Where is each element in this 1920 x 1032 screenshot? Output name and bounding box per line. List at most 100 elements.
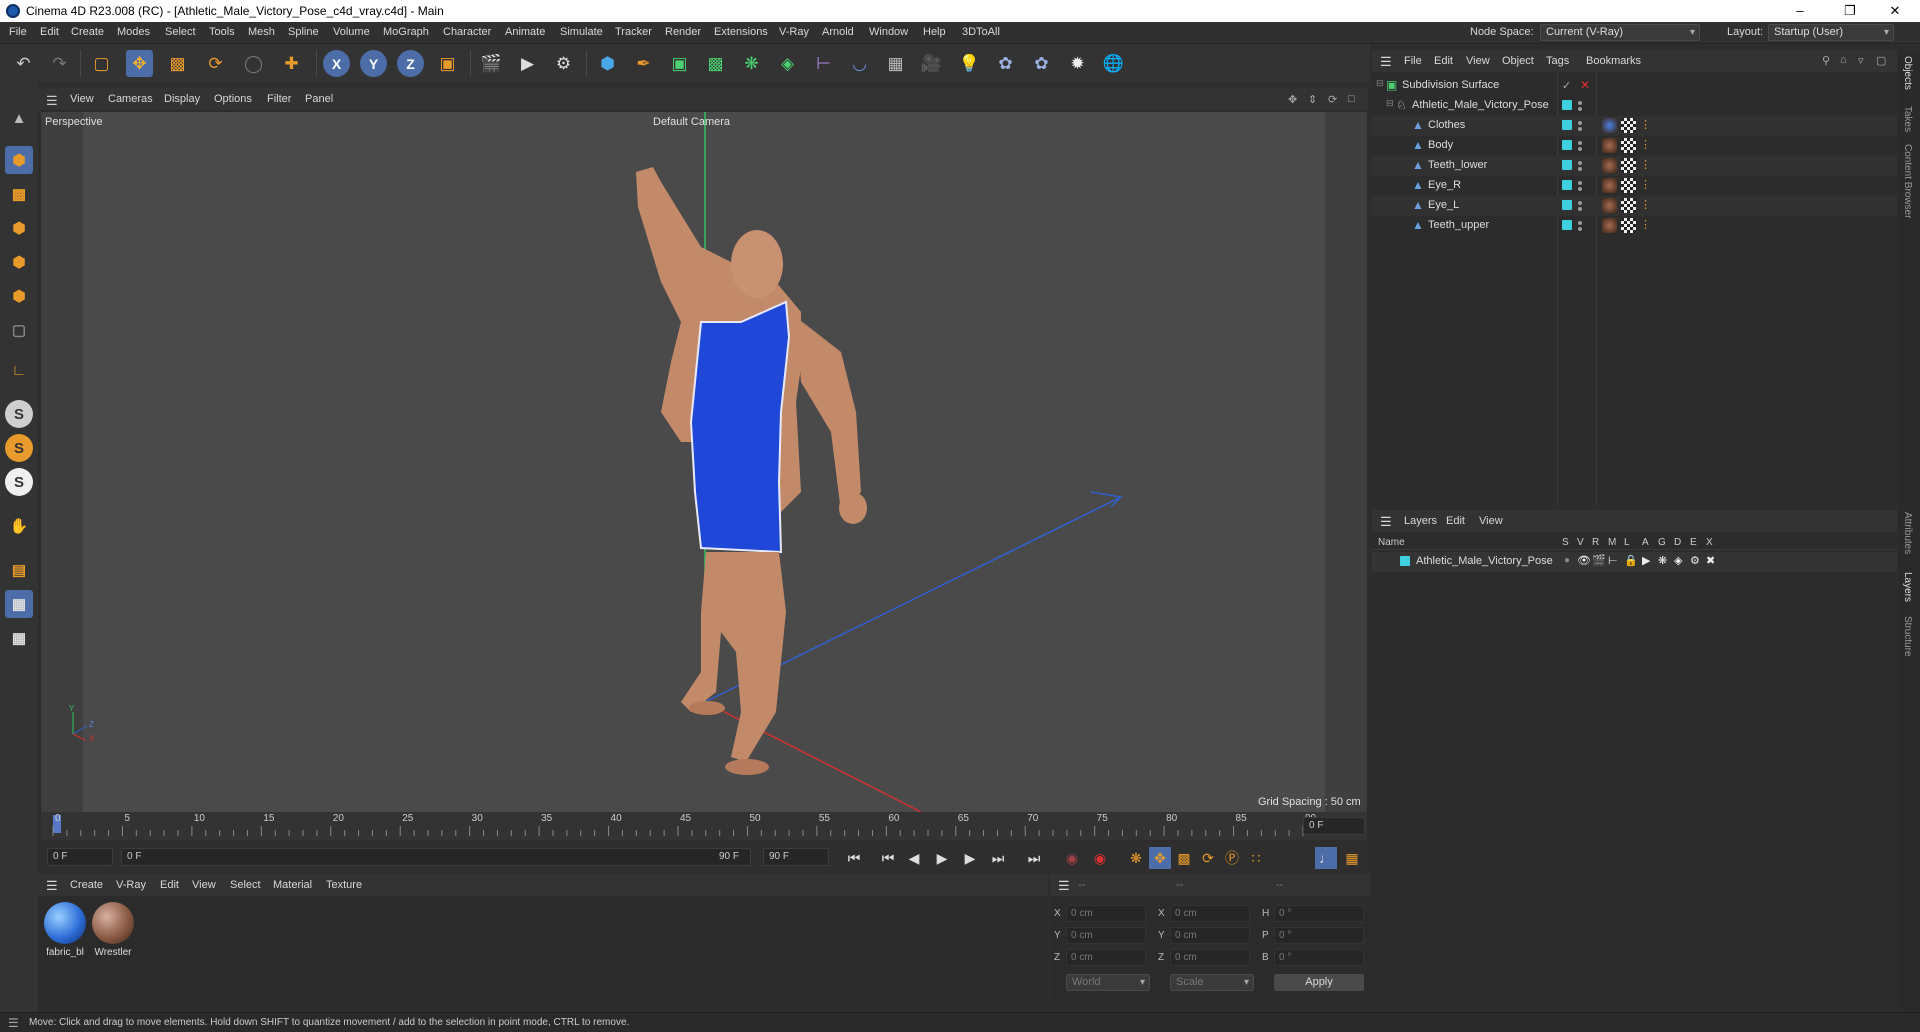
coordinates-hamburger-icon[interactable]: ☰ (1058, 878, 1070, 894)
python-plugin-icon[interactable]: ✿ (1028, 50, 1055, 77)
object-row[interactable]: ▲ Teeth_lower ⋮ (1372, 156, 1897, 176)
object-home-icon[interactable]: ⌂ (1840, 54, 1847, 66)
menu-render[interactable]: Render (665, 26, 701, 38)
menu-tools[interactable]: Tools (209, 26, 235, 38)
material-menu-material[interactable]: Material (273, 879, 312, 891)
tab-content-browser[interactable]: Content Browser (1902, 144, 1913, 218)
size-y-field[interactable]: 0 cm (1170, 927, 1250, 944)
camera-icon[interactable]: 🎥 (918, 50, 945, 77)
position-z-field[interactable]: 0 cm (1066, 949, 1146, 966)
selection-tag-icon[interactable]: ⋮ (1640, 118, 1651, 131)
tab-objects[interactable]: Objects (1902, 56, 1913, 90)
tab-layers[interactable]: Layers (1902, 572, 1913, 602)
menu-edit[interactable]: Edit (40, 26, 59, 38)
layer-color-icon[interactable] (1562, 140, 1572, 150)
undo-icon[interactable]: ↶ (10, 50, 37, 77)
menu-help[interactable]: Help (923, 26, 946, 38)
range-start-field[interactable]: 0 F (121, 848, 751, 866)
viewport-hamburger-icon[interactable]: ☰ (46, 93, 58, 109)
previous-key-icon[interactable]: ⏮ (877, 847, 899, 869)
viewport-zoom-icon[interactable]: ⇕ (1308, 93, 1317, 106)
close-button[interactable]: ✕ (1875, 2, 1915, 20)
y-axis-lock-icon[interactable]: Y (360, 50, 387, 77)
selection-tag-icon[interactable]: ⋮ (1640, 138, 1651, 151)
uvw-tag-icon[interactable] (1621, 178, 1636, 193)
uvw-tag-icon[interactable] (1621, 158, 1636, 173)
edit-toggle-icon[interactable]: ✓ (1562, 79, 1571, 92)
menu-file[interactable]: File (9, 26, 27, 38)
pen-spline-icon[interactable]: ✒ (630, 50, 657, 77)
menu-spline[interactable]: Spline (288, 26, 319, 38)
menu-extensions[interactable]: Extensions (714, 26, 768, 38)
timeline-mode-icon[interactable]: ♩ (1315, 847, 1337, 869)
object-row-athletic-male[interactable]: ⊟ ♘ Athletic_Male_Victory_Pose (1372, 96, 1897, 116)
next-frame-icon[interactable]: ▶ (959, 847, 981, 869)
z-axis-lock-icon[interactable]: Z (397, 50, 424, 77)
render-icon[interactable]: 🎬 (1592, 554, 1606, 567)
object-row[interactable]: ▲ Eye_L ⋮ (1372, 196, 1897, 216)
size-z-field[interactable]: 0 cm (1170, 949, 1250, 966)
key-parameter-icon[interactable]: Ⓟ (1221, 847, 1243, 869)
texture-mode-icon[interactable]: ▩ (5, 180, 33, 208)
layer-menu-edit[interactable]: Edit (1446, 515, 1465, 527)
viewport-3d[interactable]: Perspective Default Camera Grid Spacing … (41, 112, 1367, 812)
floor-icon[interactable]: ▦ (882, 50, 909, 77)
object-row-subdivision[interactable]: ⊟ ▣ Subdivision Surface ✓ ✕ (1372, 76, 1897, 96)
rotation-h-field[interactable]: 0 ° (1274, 905, 1364, 922)
menu-mograph[interactable]: MoGraph (383, 26, 429, 38)
manager-icon[interactable]: ⊢ (1608, 554, 1618, 567)
object-menu-tags[interactable]: Tags (1546, 55, 1569, 67)
menu-vray[interactable]: V-Ray (779, 26, 809, 38)
material-hamburger-icon[interactable]: ☰ (46, 878, 58, 894)
layer-color-icon[interactable] (1562, 100, 1572, 110)
transform-mode-dropdown[interactable]: Scale (1170, 974, 1254, 991)
tab-structure[interactable]: Structure (1902, 616, 1913, 657)
disable-toggle-icon[interactable]: ✕ (1580, 78, 1590, 92)
workplane-snap-icon[interactable]: S (5, 468, 33, 496)
xrefs-icon[interactable]: ✖ (1706, 554, 1715, 567)
menu-select[interactable]: Select (165, 26, 196, 38)
rotation-p-field[interactable]: 0 ° (1274, 927, 1364, 944)
material-menu-view[interactable]: View (192, 879, 216, 891)
coordinate-system-icon[interactable]: ▣ (434, 50, 461, 77)
menu-mesh[interactable]: Mesh (248, 26, 275, 38)
menu-arnold[interactable]: Arnold (822, 26, 854, 38)
cube-object-icon[interactable]: ⬢ (594, 50, 621, 77)
layer-color-icon[interactable] (1562, 220, 1572, 230)
polygons-mode-icon[interactable]: ⬢ (5, 282, 33, 310)
key-rotation-icon[interactable]: ⟳ (1197, 847, 1219, 869)
vray-settings-icon[interactable]: ✹ (1064, 50, 1091, 77)
points-mode-icon[interactable]: ⬢ (5, 214, 33, 242)
object-row[interactable]: ▲ Body ⋮ (1372, 136, 1897, 156)
deformer-icon[interactable]: ◡ (846, 50, 873, 77)
object-new-window-icon[interactable]: ▢ (1876, 54, 1886, 67)
coordinate-space-dropdown[interactable]: World (1066, 974, 1150, 991)
snap-icon[interactable]: S (5, 400, 33, 428)
material-menu-edit[interactable]: Edit (160, 879, 179, 891)
visible-eye-icon[interactable]: 👁 (1577, 554, 1591, 567)
play-icon[interactable]: ▶ (931, 847, 953, 869)
axis-mode-icon[interactable]: ∟ (5, 356, 33, 384)
minimize-button[interactable]: – (1780, 2, 1820, 20)
layer-row[interactable]: Athletic_Male_Victory_Pose ● 👁 🎬 ⊢ 🔒 ▶ ❋… (1372, 552, 1897, 572)
viewport-menu-options[interactable]: Options (214, 93, 252, 105)
timeline-ruler[interactable]: 051015202530354045505560657075808590 0 F (41, 812, 1367, 840)
rotation-b-field[interactable]: 0 ° (1274, 949, 1364, 966)
next-key-icon[interactable]: ⏭ (987, 847, 1009, 869)
object-menu-file[interactable]: File (1404, 55, 1422, 67)
render-settings-icon[interactable]: ⚙ (550, 50, 577, 77)
object-mode-icon[interactable]: ⬢ (5, 146, 33, 174)
selection-tag-icon[interactable]: ⋮ (1640, 158, 1651, 171)
menu-modes[interactable]: Modes (117, 26, 150, 38)
uvw-tag-icon[interactable] (1621, 138, 1636, 153)
layer-color-icon[interactable] (1400, 556, 1410, 566)
subdivision-surface-icon[interactable]: ▣ (666, 50, 693, 77)
object-row[interactable]: ▲ Teeth_upper ⋮ (1372, 216, 1897, 236)
redo-icon[interactable]: ↷ (46, 50, 73, 77)
material-tag-icon[interactable] (1602, 178, 1617, 193)
scale-tool-icon[interactable]: ▩ (164, 50, 191, 77)
transform-tool-icon[interactable]: ✚ (278, 50, 305, 77)
edges-mode-icon[interactable]: ⬢ (5, 248, 33, 276)
object-menu-bookmarks[interactable]: Bookmarks (1586, 55, 1641, 67)
viewport-menu-panel[interactable]: Panel (305, 93, 333, 105)
